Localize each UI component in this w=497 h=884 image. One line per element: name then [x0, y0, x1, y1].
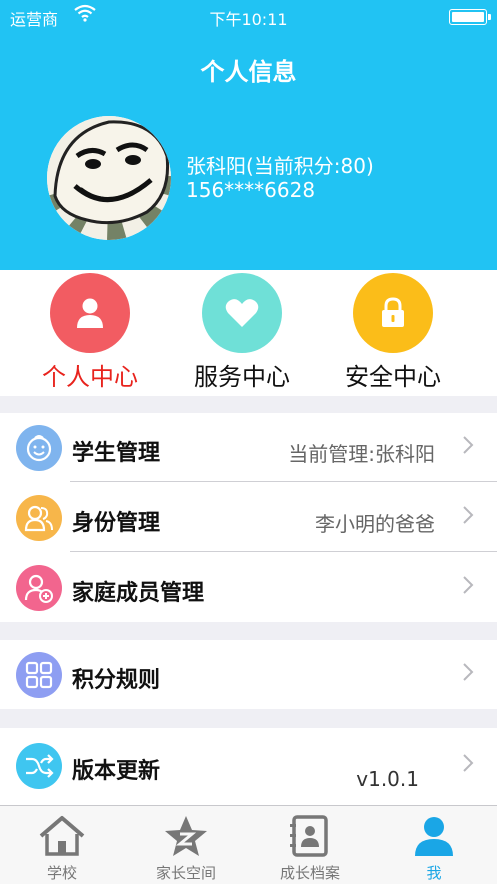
- version-update-row[interactable]: 版本更新 v1.0.1: [0, 731, 497, 800]
- student-management-label: 学生管理: [72, 441, 161, 466]
- chevron-right-icon: [463, 506, 474, 524]
- status-bar: 运营商 下午10:11: [0, 0, 497, 34]
- baby-face-icon: [16, 425, 62, 471]
- clock: 下午10:11: [209, 10, 288, 29]
- user-phone: 156****6628: [186, 178, 316, 202]
- avatar[interactable]: [47, 116, 171, 240]
- me-icon: [411, 814, 457, 860]
- school-icon: [39, 814, 85, 860]
- security-center-button[interactable]: 安全中心: [323, 270, 463, 392]
- star-icon: [163, 814, 209, 860]
- shuffle-icon: [16, 743, 62, 789]
- quick-actions: 个人中心 服务中心 安全中心: [0, 270, 497, 396]
- tab-growth-records-label: 成长档案: [279, 864, 340, 882]
- grid-icon: [16, 652, 62, 698]
- identity-management-label: 身份管理: [72, 511, 161, 536]
- chevron-right-icon: [463, 576, 474, 594]
- add-user-icon: [16, 565, 62, 611]
- tab-me[interactable]: 我: [372, 806, 496, 883]
- identity-management-row[interactable]: 身份管理 李小明的爸爸: [0, 483, 497, 552]
- points-rules-label: 积分规则: [72, 668, 161, 693]
- row-divider: [70, 481, 497, 482]
- service-center-button[interactable]: 服务中心: [172, 270, 312, 392]
- student-management-value: 当前管理:张科阳: [288, 442, 435, 466]
- chevron-right-icon: [463, 436, 474, 454]
- points-rules-row[interactable]: 积分规则: [0, 640, 497, 709]
- user-name-points: 张科阳(当前积分:80): [186, 154, 374, 178]
- tab-bar: 学校 家长空间 成长档案 我: [0, 805, 497, 884]
- personal-center-button[interactable]: 个人中心: [20, 270, 160, 392]
- tab-parent-space-label: 家长空间: [155, 864, 216, 882]
- menu-group-points: 积分规则: [0, 640, 497, 709]
- tab-school[interactable]: 学校: [0, 806, 124, 883]
- identity-management-value: 李小明的爸爸: [315, 512, 435, 536]
- person-icon: [50, 273, 130, 353]
- tab-growth-records[interactable]: 成长档案: [248, 806, 372, 883]
- avatar-image: [47, 116, 171, 240]
- profile-header: 运营商 下午10:11 个人信息 张科阳(当前积分:80) 156****662…: [0, 0, 497, 270]
- student-management-row[interactable]: 学生管理 当前管理:张科阳: [0, 413, 497, 482]
- menu-group-management: 学生管理 当前管理:张科阳 身份管理 李小明的爸爸 家庭成员管理: [0, 413, 497, 622]
- family-member-management-label: 家庭成员管理: [72, 581, 205, 606]
- tab-school-label: 学校: [46, 864, 77, 882]
- users-icon: [16, 495, 62, 541]
- version-update-label: 版本更新: [72, 759, 161, 784]
- version-number: v1.0.1: [356, 767, 419, 791]
- row-divider: [70, 551, 497, 552]
- tab-parent-space[interactable]: 家长空间: [124, 806, 248, 883]
- lock-icon: [353, 273, 433, 353]
- menu-group-version: 版本更新 v1.0.1: [0, 728, 497, 805]
- personal-center-label: 个人中心: [42, 363, 138, 391]
- chevron-right-icon: [463, 663, 474, 681]
- family-member-management-row[interactable]: 家庭成员管理: [0, 553, 497, 622]
- heart-icon: [202, 273, 282, 353]
- page-title: 个人信息: [200, 58, 297, 86]
- profile-card-icon: [287, 814, 333, 860]
- service-center-label: 服务中心: [194, 363, 290, 391]
- security-center-label: 安全中心: [345, 363, 441, 391]
- chevron-right-icon: [463, 754, 474, 772]
- battery-icon: [449, 9, 491, 25]
- tab-me-label: 我: [426, 864, 442, 882]
